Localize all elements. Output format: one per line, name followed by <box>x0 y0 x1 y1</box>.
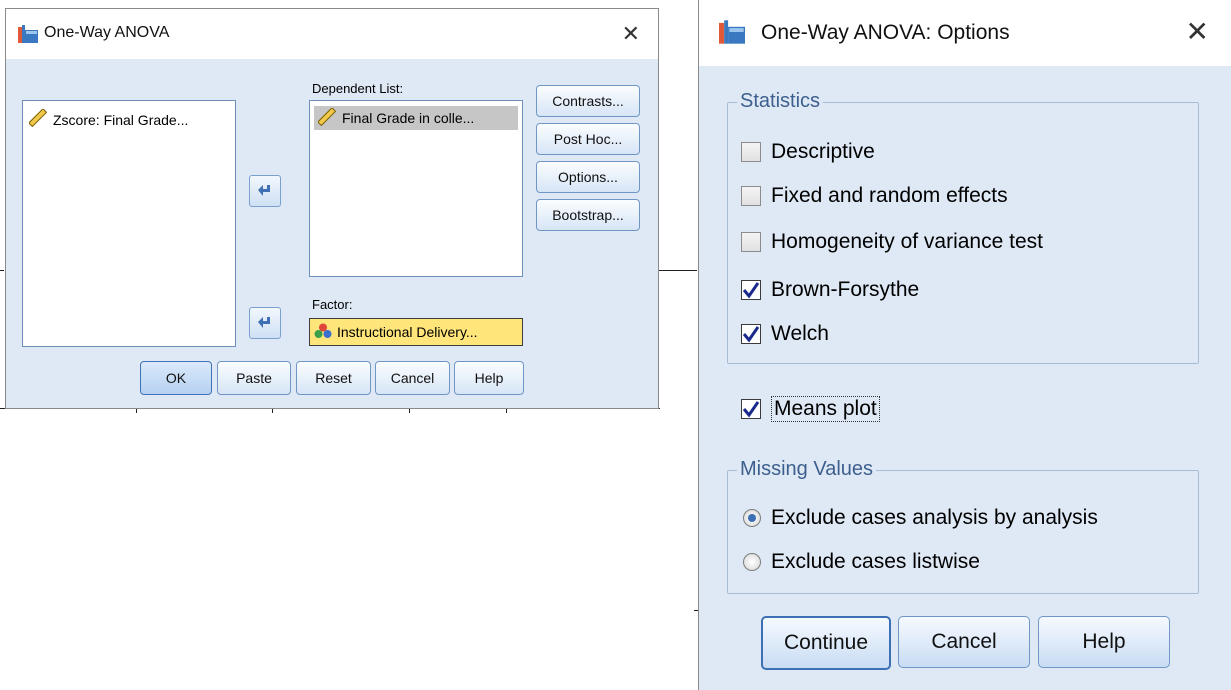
check-icon <box>742 282 760 299</box>
fixed-random-effects-checkbox[interactable]: Fixed and random effects <box>741 184 1008 208</box>
background-grid-line <box>657 270 697 271</box>
checkbox-label: Brown-Forsythe <box>771 278 920 301</box>
list-item[interactable]: Final Grade in colle... <box>314 106 518 130</box>
paste-button[interactable]: Paste <box>217 361 291 395</box>
title-bar: One-Way ANOVA ✕ <box>6 9 658 59</box>
move-to-factor-button[interactable] <box>249 307 281 339</box>
bootstrap-button[interactable]: Bootstrap... <box>536 199 640 231</box>
list-item-label: Final Grade in colle... <box>342 110 475 126</box>
missing-values-group-title: Missing Values <box>737 458 877 481</box>
arrow-left-icon <box>258 317 270 328</box>
close-icon[interactable]: ✕ <box>622 23 640 45</box>
checkbox-label: Homogeneity of variance test <box>771 230 1043 253</box>
cancel-button[interactable]: Cancel <box>375 361 450 395</box>
nominal-variable-icon <box>314 323 332 342</box>
list-item[interactable]: Zscore: Final Grade... <box>28 108 189 130</box>
checkbox-box <box>741 186 761 206</box>
cancel-button[interactable]: Cancel <box>898 616 1030 668</box>
cancel-label: Cancel <box>931 630 997 653</box>
homogeneity-checkbox[interactable]: Homogeneity of variance test <box>741 230 1043 254</box>
checkbox-box <box>741 324 761 344</box>
factor-field[interactable]: Instructional Delivery... <box>309 318 523 346</box>
checkbox-box <box>741 399 761 419</box>
options-label: Options... <box>558 169 618 185</box>
descriptive-checkbox[interactable]: Descriptive <box>741 140 875 164</box>
arrow-left-icon <box>258 185 270 196</box>
post-hoc-button[interactable]: Post Hoc... <box>536 123 640 155</box>
move-to-dependent-button[interactable] <box>249 175 281 207</box>
exclude-listwise-radio[interactable]: Exclude cases listwise <box>743 550 980 574</box>
contrasts-button[interactable]: Contrasts... <box>536 85 640 117</box>
cancel-label: Cancel <box>390 370 435 386</box>
dialog-body: Statistics Descriptive Fixed and random … <box>699 66 1231 690</box>
radio-label: Exclude cases analysis by analysis <box>771 506 1098 529</box>
radio-button <box>743 553 761 571</box>
help-label: Help <box>474 370 504 386</box>
factor-value: Instructional Delivery... <box>337 324 478 340</box>
bootstrap-label: Bootstrap... <box>552 207 624 223</box>
check-icon <box>742 326 760 343</box>
scale-ruler-icon <box>28 108 48 130</box>
dialog-title: One-Way ANOVA <box>44 24 170 41</box>
missing-values-group <box>727 470 1199 594</box>
dialog-title: One-Way ANOVA: Options <box>761 21 1010 44</box>
contrasts-label: Contrasts... <box>552 93 624 109</box>
statistics-group-title: Statistics <box>737 90 824 113</box>
help-button[interactable]: Help <box>454 361 524 395</box>
checkbox-label: Means plot <box>771 396 880 422</box>
checkbox-box <box>741 142 761 162</box>
continue-label: Continue <box>783 631 869 654</box>
ok-button[interactable]: OK <box>140 361 212 395</box>
check-icon <box>742 401 760 418</box>
paste-label: Paste <box>236 370 272 386</box>
help-label: Help <box>1082 630 1126 653</box>
means-plot-checkbox[interactable]: Means plot <box>741 396 880 422</box>
exclude-analysis-radio[interactable]: Exclude cases analysis by analysis <box>743 506 1098 530</box>
spss-app-icon <box>18 25 38 48</box>
reset-label: Reset <box>315 370 352 386</box>
welch-checkbox[interactable]: Welch <box>741 322 829 346</box>
close-icon[interactable]: ✕ <box>1186 18 1209 46</box>
source-variable-list[interactable]: Zscore: Final Grade... <box>22 100 236 347</box>
options-button[interactable]: Options... <box>536 161 640 193</box>
one-way-anova-dialog: One-Way ANOVA ✕ Zscore: Final Grade... D… <box>5 8 659 409</box>
reset-button[interactable]: Reset <box>296 361 371 395</box>
spss-app-icon <box>719 20 745 49</box>
radio-button <box>743 509 761 527</box>
checkbox-box <box>741 280 761 300</box>
options-dialog: One-Way ANOVA: Options ✕ Statistics Desc… <box>698 0 1231 690</box>
dependent-list[interactable]: Final Grade in colle... <box>309 100 523 277</box>
checkbox-label: Descriptive <box>771 140 875 163</box>
help-button[interactable]: Help <box>1038 616 1170 668</box>
post-hoc-label: Post Hoc... <box>553 131 623 147</box>
scale-ruler-icon <box>317 106 337 129</box>
ok-label: OK <box>165 370 187 386</box>
checkbox-box <box>741 232 761 252</box>
radio-label: Exclude cases listwise <box>771 550 980 573</box>
continue-button[interactable]: Continue <box>761 616 891 670</box>
checkbox-label: Fixed and random effects <box>771 184 1008 207</box>
checkbox-label: Welch <box>771 322 829 345</box>
list-item-label: Zscore: Final Grade... <box>53 111 189 128</box>
brown-forsythe-checkbox[interactable]: Brown-Forsythe <box>741 278 919 302</box>
dialog-body: Zscore: Final Grade... Dependent List: F… <box>6 59 658 408</box>
background-grid-line <box>0 270 4 271</box>
dependent-list-label: Dependent List: <box>312 81 404 96</box>
factor-label: Factor: <box>312 297 353 312</box>
